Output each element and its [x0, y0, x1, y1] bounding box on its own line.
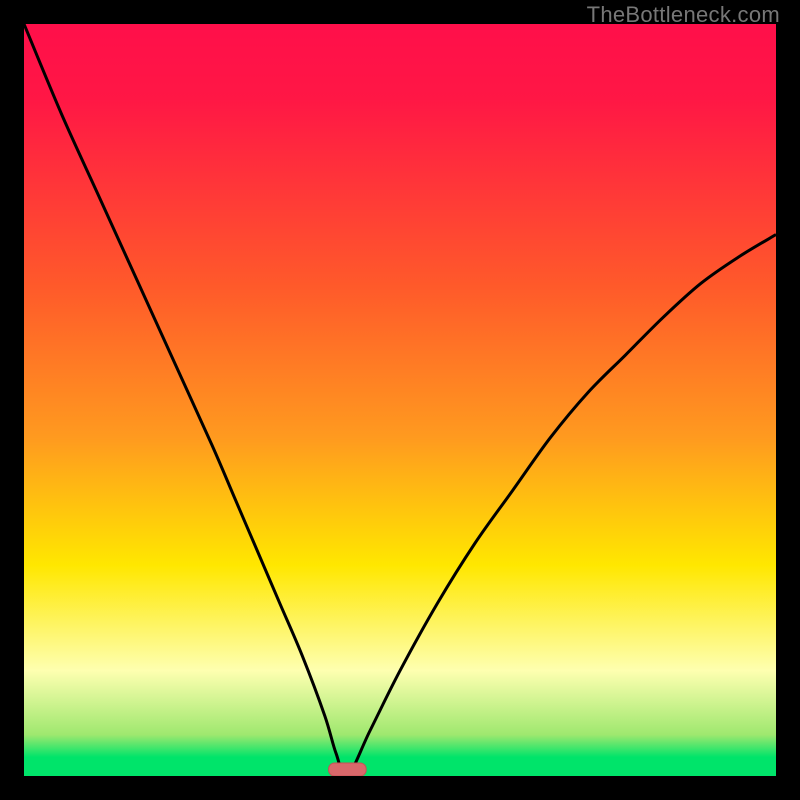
chart-background [24, 24, 776, 776]
plot-area [24, 24, 776, 776]
bottleneck-chart [24, 24, 776, 776]
minimum-marker [329, 763, 367, 776]
outer-frame: TheBottleneck.com [0, 0, 800, 800]
watermark-text: TheBottleneck.com [587, 2, 780, 28]
